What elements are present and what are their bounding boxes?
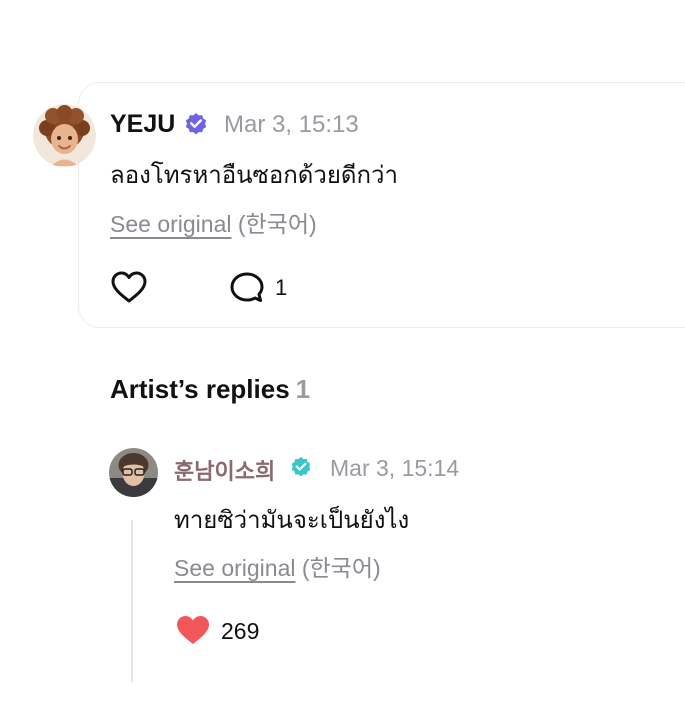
reply-timestamp: Mar 3, 15:14 bbox=[330, 455, 460, 481]
reply-original-language: (한국어) bbox=[301, 555, 381, 581]
verified-badge-icon bbox=[185, 113, 207, 135]
post-timestamp: Mar 3, 15:13 bbox=[224, 111, 359, 138]
reply-like-count: 269 bbox=[221, 618, 260, 644]
post-original-language: (한국어) bbox=[237, 211, 317, 237]
artist-replies-heading: Artist’s replies 1 bbox=[110, 374, 310, 405]
reply-author-name[interactable]: 훈남이소희 bbox=[174, 454, 275, 486]
post-see-original-link[interactable]: See original bbox=[110, 211, 231, 237]
reply-see-original: See original (한국어) bbox=[174, 549, 381, 583]
post-text: ลองโทรหาอืนซอกด้วยดีกว่า bbox=[110, 161, 398, 189]
post-reply-count: 1 bbox=[275, 275, 288, 300]
post-author-name[interactable]: YEJU bbox=[110, 110, 175, 139]
heart-filled-icon[interactable] bbox=[174, 613, 212, 647]
artist-replies-count: 1 bbox=[295, 374, 311, 404]
heart-outline-icon[interactable] bbox=[110, 270, 148, 304]
artist-verified-badge-icon bbox=[291, 456, 311, 477]
reply-text: ทายซิว่ามันจะเป็นยังไง bbox=[174, 506, 410, 534]
comment-icon[interactable] bbox=[229, 271, 265, 305]
reply-author-avatar[interactable] bbox=[109, 448, 158, 497]
post-see-original: See original (한국어) bbox=[110, 205, 317, 239]
thread-connector bbox=[131, 520, 133, 682]
post-author-avatar[interactable] bbox=[33, 104, 96, 167]
artist-replies-title: Artist’s replies bbox=[110, 374, 290, 404]
reply-see-original-link[interactable]: See original bbox=[174, 555, 295, 581]
